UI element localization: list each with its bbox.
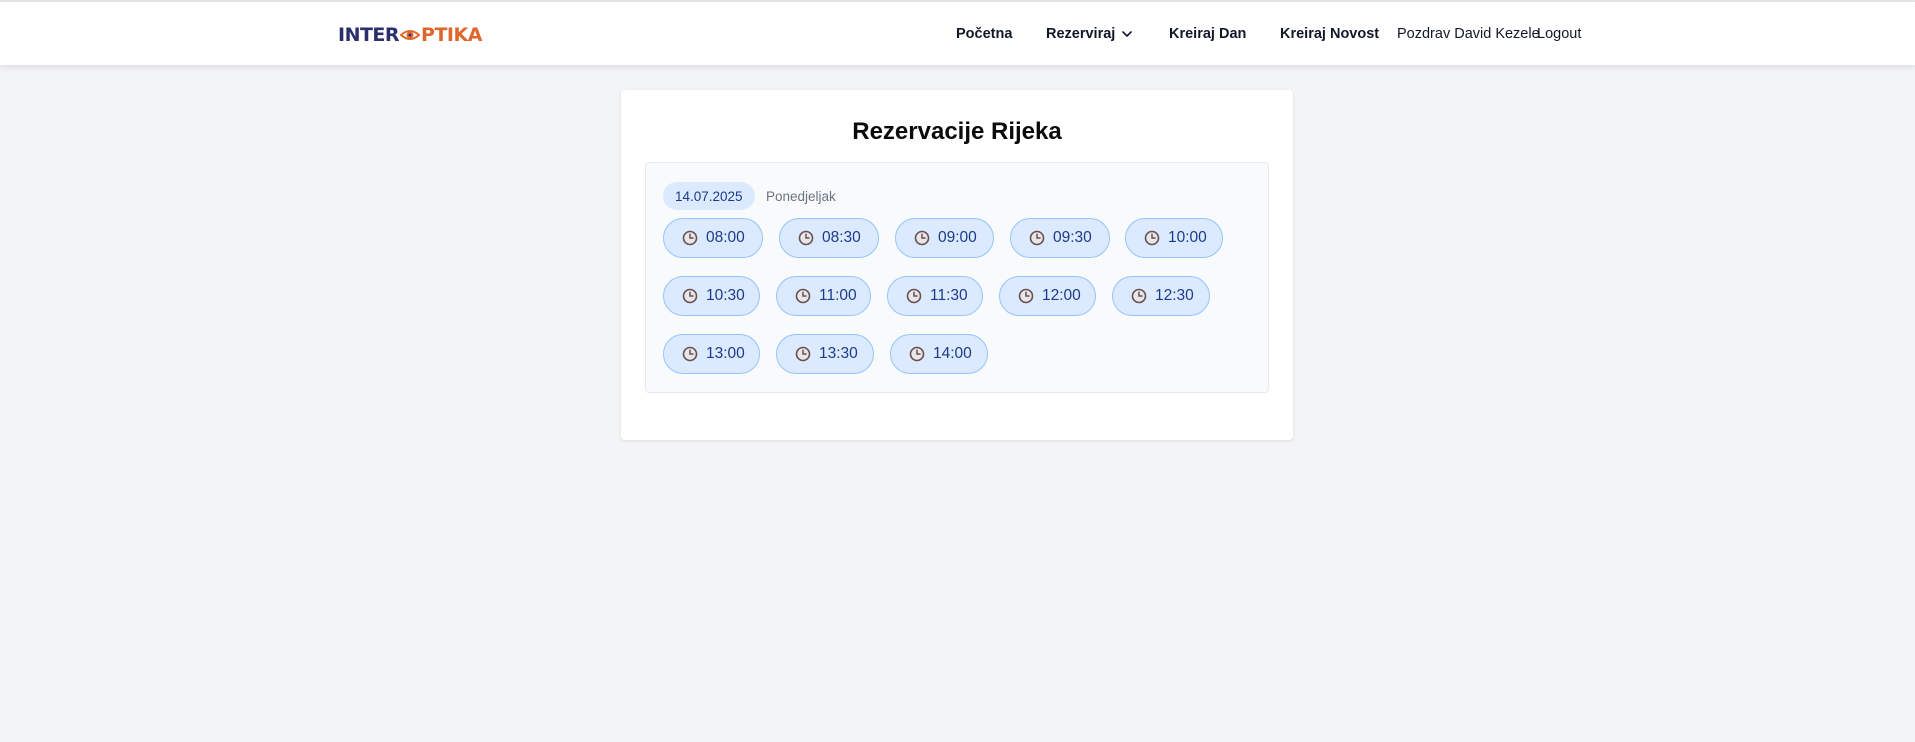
chevron-down-icon [1122, 30, 1133, 37]
time-slot-label: 10:30 [706, 287, 745, 304]
day-panel: 14.07.2025 Ponedjeljak 08:00 08:30 09:00 [645, 162, 1269, 393]
user-greeting: Pozdrav David Kezele [1397, 25, 1540, 42]
time-slot-label: 12:30 [1155, 287, 1194, 304]
nav-link-home[interactable]: Početna [956, 2, 1012, 65]
clock-icon [682, 230, 698, 246]
time-slot-button[interactable]: 09:30 [1010, 218, 1110, 258]
time-slot-button[interactable]: 09:00 [895, 218, 994, 258]
clock-icon [906, 288, 922, 304]
clock-icon [798, 230, 814, 246]
time-slot-label: 11:00 [819, 287, 857, 304]
clock-icon [1018, 288, 1034, 304]
time-slot-label: 10:00 [1168, 229, 1207, 246]
clock-icon [1029, 230, 1045, 246]
clock-icon [914, 230, 930, 246]
nav-dropdown-reserve-label: Rezerviraj [1046, 25, 1116, 42]
time-slot-label: 13:00 [706, 345, 745, 362]
nav-dropdown-reserve[interactable]: Rezerviraj [1046, 2, 1133, 65]
time-slot-label: 12:00 [1042, 287, 1081, 304]
page-title: Rezervacije Rijeka [852, 118, 1062, 145]
logout-link[interactable]: Logout [1537, 2, 1581, 65]
time-slot-label: 14:00 [933, 345, 972, 362]
time-slot-label: 13:30 [819, 345, 858, 362]
clock-icon [1144, 230, 1160, 246]
interoptika-logo[interactable]: INTER PTIKA [338, 24, 482, 46]
clock-icon [795, 346, 811, 362]
clock-icon [1131, 288, 1147, 304]
time-slot-label: 08:30 [822, 229, 861, 246]
clock-icon [909, 346, 925, 362]
time-slot-button[interactable]: 08:00 [663, 218, 763, 258]
time-slot-button[interactable]: 10:30 [663, 276, 760, 316]
weekday-label: Ponedjeljak [766, 188, 836, 204]
time-slot-button[interactable]: 11:00 [776, 276, 871, 316]
time-slot-button[interactable]: 08:30 [779, 218, 879, 258]
time-slot-button[interactable]: 11:30 [887, 276, 983, 316]
clock-icon [682, 288, 698, 304]
time-slot-button[interactable]: 13:00 [663, 334, 760, 374]
nav-link-create-news[interactable]: Kreiraj Novost [1280, 2, 1379, 65]
reservations-card: Rezervacije Rijeka 14.07.2025 Ponedjelja… [621, 90, 1293, 440]
time-slot-button[interactable]: 13:30 [776, 334, 874, 374]
navbar: INTER PTIKA Početna Rezerviraj Kreiraj D… [0, 2, 1915, 65]
time-slot-button[interactable]: 12:30 [1112, 276, 1210, 316]
date-badge: 14.07.2025 [663, 182, 755, 210]
nav-link-create-day-label: Kreiraj Dan [1169, 25, 1247, 42]
time-slot-label: 11:30 [930, 287, 968, 304]
nav-link-home-label: Početna [956, 25, 1013, 42]
nav-link-create-day[interactable]: Kreiraj Dan [1169, 2, 1246, 65]
eye-icon [400, 30, 421, 40]
time-slot-label: 08:00 [706, 229, 745, 246]
time-slot-button[interactable]: 14:00 [890, 334, 988, 374]
time-slot-label: 09:30 [1053, 229, 1092, 246]
clock-icon [795, 288, 811, 304]
time-slot-button[interactable]: 12:00 [999, 276, 1096, 316]
time-slot-button[interactable]: 10:00 [1125, 218, 1223, 258]
nav-link-create-news-label: Kreiraj Novost [1280, 25, 1380, 42]
time-slot-label: 09:00 [938, 229, 977, 246]
clock-icon [682, 346, 698, 362]
